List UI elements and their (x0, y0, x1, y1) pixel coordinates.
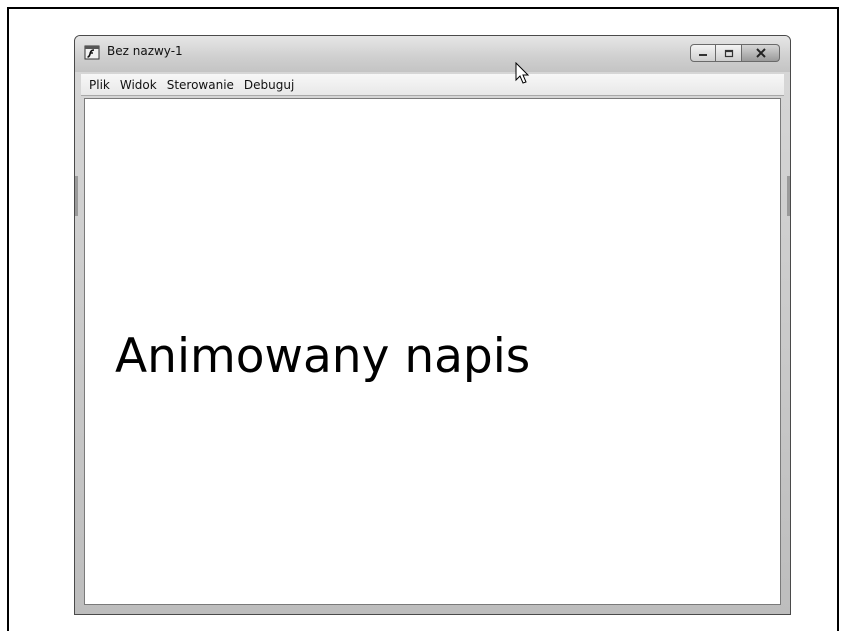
minimize-icon (699, 54, 707, 56)
maximize-icon (724, 49, 733, 57)
menu-item-sterowanie[interactable]: Sterowanie (162, 78, 239, 92)
menu-bar: Plik Widok Sterowanie Debuguj (81, 74, 784, 96)
window-edge-right (787, 176, 790, 216)
flash-player-icon (84, 45, 100, 60)
close-icon (755, 48, 766, 58)
menu-item-widok[interactable]: Widok (115, 78, 162, 92)
maximize-button[interactable] (716, 44, 742, 62)
menu-item-debuguj[interactable]: Debuguj (239, 78, 299, 92)
window-controls (690, 44, 780, 62)
menu-item-plik[interactable]: Plik (84, 78, 115, 92)
title-bar[interactable]: Bez nazwy-1 (75, 36, 790, 72)
window-edge-left (75, 176, 78, 216)
stage-area[interactable]: Animowany napis (84, 98, 781, 605)
close-button[interactable] (742, 44, 780, 62)
window-title: Bez nazwy-1 (107, 44, 183, 58)
app-window: Bez nazwy-1 Plik Widok Sterowanie Debugu… (74, 35, 791, 615)
animated-text: Animowany napis (115, 329, 531, 384)
mouse-pointer-icon (515, 62, 530, 84)
minimize-button[interactable] (690, 44, 716, 62)
